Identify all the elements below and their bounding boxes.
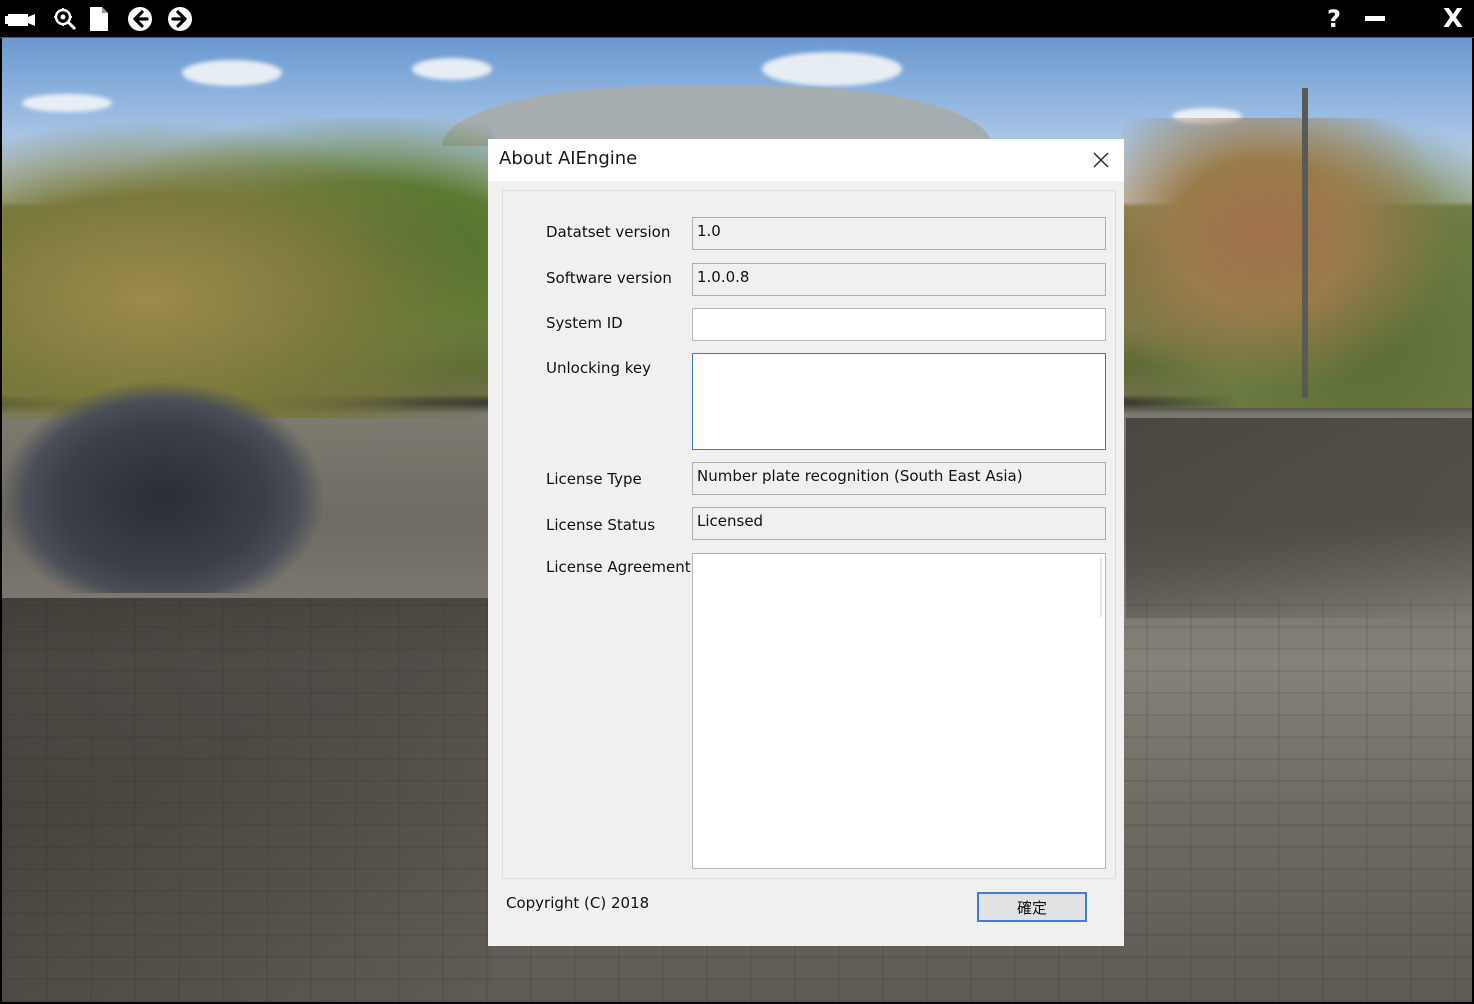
back-arrow-icon[interactable] — [125, 5, 155, 33]
ok-button[interactable]: 確定 — [977, 892, 1087, 922]
license-type-label: License Type — [546, 470, 642, 488]
dataset-version-field[interactable]: 1.0 — [692, 217, 1106, 250]
dialog-title: About AIEngine — [499, 148, 638, 169]
license-type-field[interactable]: Number plate recognition (South East Asi… — [692, 462, 1106, 495]
close-app-button[interactable]: X — [1438, 4, 1468, 34]
license-agreement-label: License Agreement — [546, 558, 691, 576]
copyright-text: Copyright (C) 2018 — [506, 894, 650, 912]
license-status-field[interactable]: Licensed — [692, 507, 1106, 540]
document-icon[interactable] — [84, 5, 114, 33]
camera-icon[interactable] — [5, 5, 35, 33]
minimize-button[interactable] — [1360, 5, 1390, 33]
software-version-label: Software version — [546, 269, 672, 287]
top-toolbar: ? X — [0, 0, 1474, 38]
about-dialog: About AIEngine Datatset version 1.0 Soft… — [488, 139, 1124, 946]
forward-arrow-icon[interactable] — [165, 5, 195, 33]
license-status-label: License Status — [546, 516, 656, 534]
zoom-settings-icon[interactable] — [50, 5, 80, 33]
parked-car — [2, 383, 322, 593]
agreement-scrollbar[interactable] — [1100, 557, 1102, 617]
unlocking-key-label: Unlocking key — [546, 359, 651, 377]
help-button[interactable]: ? — [1319, 5, 1349, 33]
system-id-field[interactable] — [692, 308, 1106, 341]
unlocking-key-input[interactable] — [692, 353, 1106, 450]
dataset-version-label: Datatset version — [546, 223, 671, 241]
info-group: Datatset version 1.0 Software version 1.… — [502, 190, 1116, 879]
software-version-field[interactable]: 1.0.0.8 — [692, 263, 1106, 296]
system-id-label: System ID — [546, 314, 623, 332]
close-icon[interactable] — [1086, 145, 1116, 175]
dialog-titlebar: About AIEngine — [488, 139, 1124, 181]
license-agreement-textbox[interactable] — [692, 553, 1106, 869]
